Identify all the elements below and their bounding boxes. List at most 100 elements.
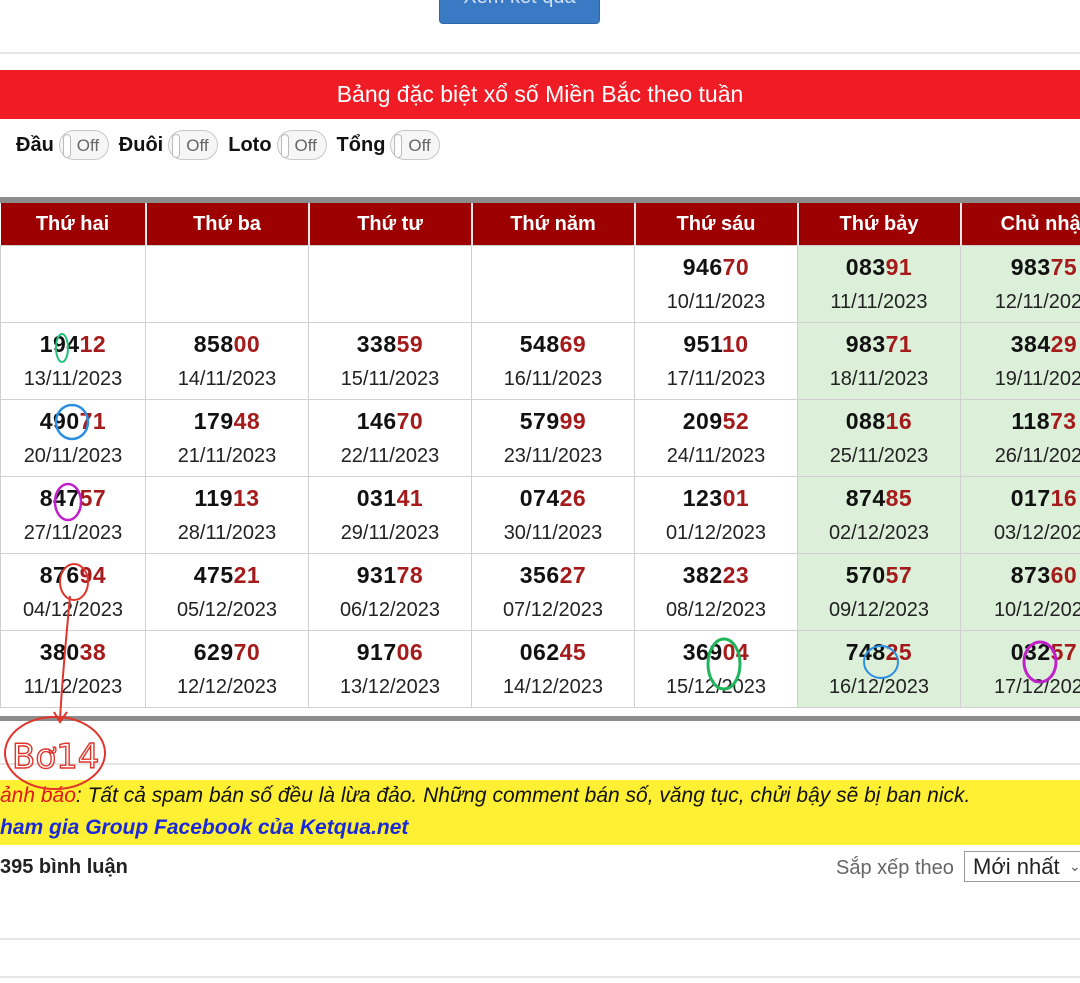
warning-banner: ảnh báo: Tất cả spam bán số đều là lừa đ… — [0, 780, 1080, 845]
result-cell: 35627 07/12/2023 — [471, 553, 635, 631]
result-number-tail: 04 — [722, 639, 750, 665]
toggle-knob — [172, 134, 181, 158]
result-number-head: 931 — [356, 562, 397, 588]
result-number: 87694 — [1, 562, 145, 589]
result-number-head: 629 — [193, 639, 234, 665]
result-number: 87360 — [961, 562, 1080, 589]
result-number-head: 946 — [682, 254, 723, 280]
result-number: 06245 — [472, 639, 634, 666]
result-number: 20952 — [635, 408, 797, 435]
result-date: 03/12/2023 — [993, 522, 1080, 544]
result-number-tail: 91 — [885, 254, 913, 280]
result-cell — [145, 245, 309, 323]
result-date: 20/11/2023 — [23, 445, 123, 467]
result-number: 36904 — [635, 639, 797, 666]
result-cell: 11913 28/11/2023 — [145, 476, 309, 554]
result-cell: 11873 26/11/2023 — [960, 399, 1080, 477]
column-header: Thứ bảy — [797, 203, 962, 246]
result-number-head: 062 — [519, 639, 560, 665]
result-number: 74825 — [798, 639, 960, 666]
result-date: 07/12/2023 — [502, 599, 604, 621]
result-date: 29/11/2023 — [340, 522, 440, 544]
result-cell — [308, 245, 472, 323]
result-number: 11873 — [961, 408, 1080, 435]
result-cell: 98371 18/11/2023 — [797, 322, 961, 400]
result-cell: 87694 04/12/2023 — [0, 553, 146, 631]
view-results-button[interactable]: Xem kết quả — [439, 0, 600, 24]
result-number-tail: 16 — [1050, 485, 1078, 511]
result-number-tail: 57 — [885, 562, 913, 588]
result-number-head: 194 — [39, 331, 80, 357]
result-number-head: 858 — [193, 331, 234, 357]
result-date: 14/12/2023 — [502, 676, 604, 698]
result-number: 33859 — [309, 331, 471, 358]
result-date: 30/11/2023 — [503, 522, 603, 544]
result-cell: 03257 17/12/2023 — [960, 630, 1080, 708]
results-table: Thứ hai Thứ ba Thứ tư Thứ năm Thứ sáu Thứ bảy… — [0, 203, 1080, 708]
result-number: 08816 — [798, 408, 960, 435]
result-date: 23/11/2023 — [503, 445, 603, 467]
toggle-state: Off — [76, 136, 100, 155]
sort-select[interactable]: Mới nhất ⌄ — [964, 851, 1080, 882]
result-number: 87485 — [798, 485, 960, 512]
result-number: 07426 — [472, 485, 634, 512]
result-date: 14/11/2023 — [177, 368, 277, 390]
result-number-head: 118 — [1011, 408, 1050, 434]
warning-text: ảnh báo: Tất cả spam bán số đều là lừa đ… — [0, 784, 970, 808]
result-cell: 06245 14/12/2023 — [471, 630, 635, 708]
result-cell: 49071 20/11/2023 — [0, 399, 146, 477]
result-number-tail: 71 — [79, 408, 107, 434]
result-date: 10/11/2023 — [666, 291, 766, 313]
toggle-switch[interactable]: Off — [168, 130, 219, 160]
result-date: 01/12/2023 — [665, 522, 767, 544]
facebook-group-link[interactable]: ham gia Group Facebook của Ketqua.net — [0, 816, 408, 840]
column-header: Thứ sáu — [634, 203, 799, 246]
result-number-head: 179 — [193, 408, 234, 434]
result-number-tail: 25 — [885, 639, 913, 665]
result-date: 17/11/2023 — [666, 368, 766, 390]
result-number-head: 475 — [193, 562, 234, 588]
result-number: 95110 — [635, 331, 797, 358]
result-date: 04/12/2023 — [22, 599, 124, 621]
handwritten-note: Bơ14 — [12, 737, 99, 777]
result-number-head: 548 — [519, 331, 560, 357]
chevron-down-icon: ⌄ — [1069, 858, 1080, 874]
result-number-head: 146 — [356, 408, 397, 434]
result-date: 25/11/2023 — [829, 445, 929, 467]
result-cell: 38223 08/12/2023 — [634, 553, 798, 631]
result-number-head: 951 — [683, 331, 722, 357]
comment-count: 395 bình luận — [0, 856, 128, 878]
result-date: 22/11/2023 — [340, 445, 440, 467]
result-number-head: 983 — [1010, 254, 1051, 280]
result-number-tail: 21 — [233, 562, 261, 588]
result-number-tail: 60 — [1050, 562, 1078, 588]
result-number: 03257 — [961, 639, 1080, 666]
table-row: 94670 10/11/2023 08391 11/11/2023 98375 12/11… — [0, 245, 1080, 323]
result-number-head: 369 — [682, 639, 723, 665]
toggle-switch[interactable]: Off — [390, 130, 441, 160]
result-number-tail: 29 — [1050, 331, 1078, 357]
result-number-tail: 94 — [79, 562, 107, 588]
result-cell: 36904 15/12/2023 — [634, 630, 798, 708]
result-cell: 57999 23/11/2023 — [471, 399, 635, 477]
result-number: 93178 — [309, 562, 471, 589]
column-header: Thứ ba — [145, 203, 310, 246]
result-cell: 74825 16/12/2023 — [797, 630, 961, 708]
result-number-head: 032 — [1010, 639, 1051, 665]
result-cell: 33859 15/11/2023 — [308, 322, 472, 400]
result-number: 38223 — [635, 562, 797, 589]
sort-selected-value: Mới nhất — [973, 854, 1060, 879]
toggle-switch[interactable]: Off — [276, 130, 327, 160]
result-number-head: 876 — [39, 562, 80, 588]
results-table-wrap: Thứ hai Thứ ba Thứ tư Thứ năm Thứ sáu Thứ bảy… — [0, 197, 1080, 721]
toggle-switch[interactable]: Off — [58, 130, 109, 160]
result-cell: 94670 10/11/2023 — [634, 245, 798, 323]
result-number-head: 123 — [682, 485, 723, 511]
column-header: Thứ tư — [308, 203, 473, 246]
toggle-knob — [280, 134, 289, 158]
result-number-head: 917 — [356, 639, 397, 665]
result-number-tail: 78 — [396, 562, 424, 588]
result-number-tail: 12 — [79, 331, 107, 357]
column-header: Thứ năm — [471, 203, 636, 246]
result-cell: 03141 29/11/2023 — [308, 476, 472, 554]
